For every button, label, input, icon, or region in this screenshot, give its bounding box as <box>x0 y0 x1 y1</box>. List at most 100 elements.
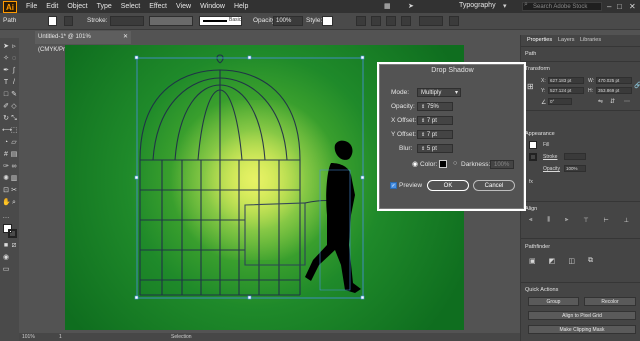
tab-layers[interactable]: Layers <box>558 37 575 43</box>
lasso-icon[interactable]: ◌ <box>10 55 18 63</box>
menu-window[interactable]: Window <box>200 3 225 10</box>
align-buttons[interactable]: ⫷ ⫼ ⫸ ⊤ ⊢ ⊥ <box>529 217 629 225</box>
exclude-icon[interactable]: ⧉ <box>588 257 593 265</box>
hand-tool-icon[interactable]: ✋ <box>2 199 11 207</box>
x-field[interactable]: 627.183 pt <box>548 77 584 84</box>
align-left-icon[interactable]: ⫷ <box>529 217 532 225</box>
align-right-icon[interactable]: ⫸ <box>565 217 568 225</box>
paintbrush-icon[interactable]: ✎ <box>10 91 18 99</box>
stroke-label[interactable]: Stroke <box>543 154 557 160</box>
make-clipping-mask-button[interactable]: Make Clipping Mask <box>528 325 636 334</box>
preview-checkbox[interactable]: ✓ <box>390 182 397 189</box>
edit-toolbar-icon[interactable]: … <box>2 213 10 221</box>
minimize-icon[interactable]: – <box>607 2 611 11</box>
zoom-tool-icon[interactable]: ⌕ <box>10 199 18 207</box>
panel-menu-button[interactable] <box>449 16 459 26</box>
opacity-label[interactable]: Opacity <box>543 166 560 172</box>
color-radio[interactable]: ◉ <box>412 160 418 168</box>
graphic-style-swatch[interactable] <box>322 16 333 26</box>
h-field[interactable]: 353.869 pt <box>596 87 632 94</box>
arrange-documents-button[interactable] <box>419 16 443 26</box>
stepper-icon[interactable]: ⇕ <box>421 118 425 124</box>
zoom-level[interactable]: 101% <box>22 334 35 340</box>
align-button[interactable] <box>371 16 381 26</box>
flip-vertical-icon[interactable]: ⇵ <box>610 98 615 105</box>
align-bottom-icon[interactable]: ⊥ <box>624 217 629 225</box>
workspace-switcher[interactable]: Typography <box>459 2 496 9</box>
w-field[interactable]: 470.025 pt <box>596 77 632 84</box>
graph-tool-icon[interactable]: ▥ <box>10 175 18 183</box>
fill-swatch-icon[interactable] <box>529 141 537 149</box>
cancel-button[interactable]: Cancel <box>473 180 515 191</box>
reference-point-icon[interactable]: ⊞ <box>527 82 534 91</box>
close-document-icon[interactable]: ✕ <box>123 31 128 44</box>
menu-effect[interactable]: Effect <box>149 3 167 10</box>
opacity-field[interactable]: ⇕ 75% <box>417 102 453 111</box>
align-center-icon[interactable]: ⫼ <box>547 217 550 225</box>
stroke-swatch-icon[interactable] <box>529 153 537 161</box>
y-offset-field[interactable]: ⇕ 7 pt <box>417 130 453 139</box>
fill-swatch[interactable] <box>48 16 57 26</box>
darkness-field[interactable]: 100% <box>490 160 514 169</box>
constrain-link-icon[interactable]: 🔗 <box>634 82 640 89</box>
transform-button[interactable] <box>386 16 396 26</box>
recolor-artwork-button[interactable] <box>356 16 366 26</box>
menu-help[interactable]: Help <box>234 3 248 10</box>
rotate-tool-icon[interactable]: ↻ <box>2 115 10 123</box>
opacity-field[interactable]: 100% <box>564 165 586 172</box>
isolate-button[interactable] <box>401 16 411 26</box>
artboard-tool-icon[interactable]: ⊡ <box>2 187 10 195</box>
direct-selection-tool-icon[interactable]: ▹ <box>10 43 18 51</box>
none-swatch-icon[interactable]: ⧄ <box>10 242 18 250</box>
flip-horizontal-icon[interactable]: ⇋ <box>598 98 603 105</box>
type-tool-icon[interactable]: T <box>2 79 10 87</box>
ok-button[interactable]: OK <box>427 180 469 191</box>
close-icon[interactable]: ✕ <box>629 2 636 11</box>
color-mode-icon[interactable]: ■ <box>2 242 10 250</box>
selection-tool-icon[interactable]: ➤ <box>2 43 10 51</box>
pathfinder-buttons[interactable]: ▣ ◩ ◫ ⧉ <box>529 257 593 265</box>
shaper-tool-icon[interactable]: ✐ <box>2 103 10 111</box>
menu-object[interactable]: Object <box>67 3 87 10</box>
stroke-weight-field[interactable] <box>564 153 586 160</box>
workspace-grid-icon[interactable]: ▦ <box>384 2 391 10</box>
rotate-field[interactable]: 0° <box>548 98 572 105</box>
minus-front-icon[interactable]: ◩ <box>549 257 556 265</box>
intersect-icon[interactable]: ◫ <box>568 257 575 265</box>
variable-width-profile[interactable] <box>149 16 193 26</box>
stroke-weight-field[interactable] <box>110 16 144 26</box>
shape-builder-icon[interactable]: ◔ <box>2 139 10 147</box>
brush-definition[interactable]: Basic <box>199 16 242 26</box>
magic-wand-icon[interactable]: ✧ <box>2 55 10 63</box>
eraser-icon[interactable]: ◇ <box>10 103 18 111</box>
align-to-pixel-grid-button[interactable]: Align to Pixel Grid <box>528 311 636 320</box>
menu-view[interactable]: View <box>176 3 191 10</box>
curvature-tool-icon[interactable]: ∫ <box>10 67 18 75</box>
menu-file[interactable]: File <box>26 3 37 10</box>
pen-tool-icon[interactable]: ✒ <box>2 67 10 75</box>
unite-icon[interactable]: ▣ <box>529 257 536 265</box>
opacity-field[interactable]: 100% <box>273 16 303 26</box>
workspace-chevron-icon[interactable]: ▾ <box>503 2 507 10</box>
group-button[interactable]: Group <box>528 297 579 306</box>
menu-select[interactable]: Select <box>121 3 140 10</box>
x-offset-field[interactable]: ⇕ 7 pt <box>417 116 453 125</box>
align-middle-icon[interactable]: ⊢ <box>604 217 609 225</box>
stock-search-input[interactable]: Search Adobe Stock <box>522 2 602 11</box>
mode-select[interactable]: Multiply ▾ <box>417 88 461 97</box>
scale-tool-icon[interactable]: ⤡ <box>10 115 18 123</box>
document-tab[interactable]: Untitled-1* @ 101% (CMYK/Preview) ✕ <box>35 31 131 53</box>
gradient-tool-icon[interactable]: ▤ <box>10 151 18 159</box>
draw-mode-icon[interactable]: ◉ <box>2 254 10 262</box>
fx-icon[interactable]: fx <box>529 179 533 185</box>
screen-mode-icon[interactable]: ▭ <box>2 266 10 274</box>
slice-tool-icon[interactable]: ✂ <box>10 187 18 195</box>
free-transform-icon[interactable]: ⬚ <box>10 127 18 135</box>
stepper-icon[interactable]: ⇕ <box>421 132 425 138</box>
maximize-icon[interactable]: □ <box>617 2 622 11</box>
artboard-number[interactable]: 1 <box>59 334 62 340</box>
eyedropper-icon[interactable]: ✑ <box>2 163 10 171</box>
stepper-icon[interactable]: ⇕ <box>421 146 425 152</box>
tab-properties[interactable]: Properties <box>527 37 552 43</box>
menu-type[interactable]: Type <box>97 3 112 10</box>
